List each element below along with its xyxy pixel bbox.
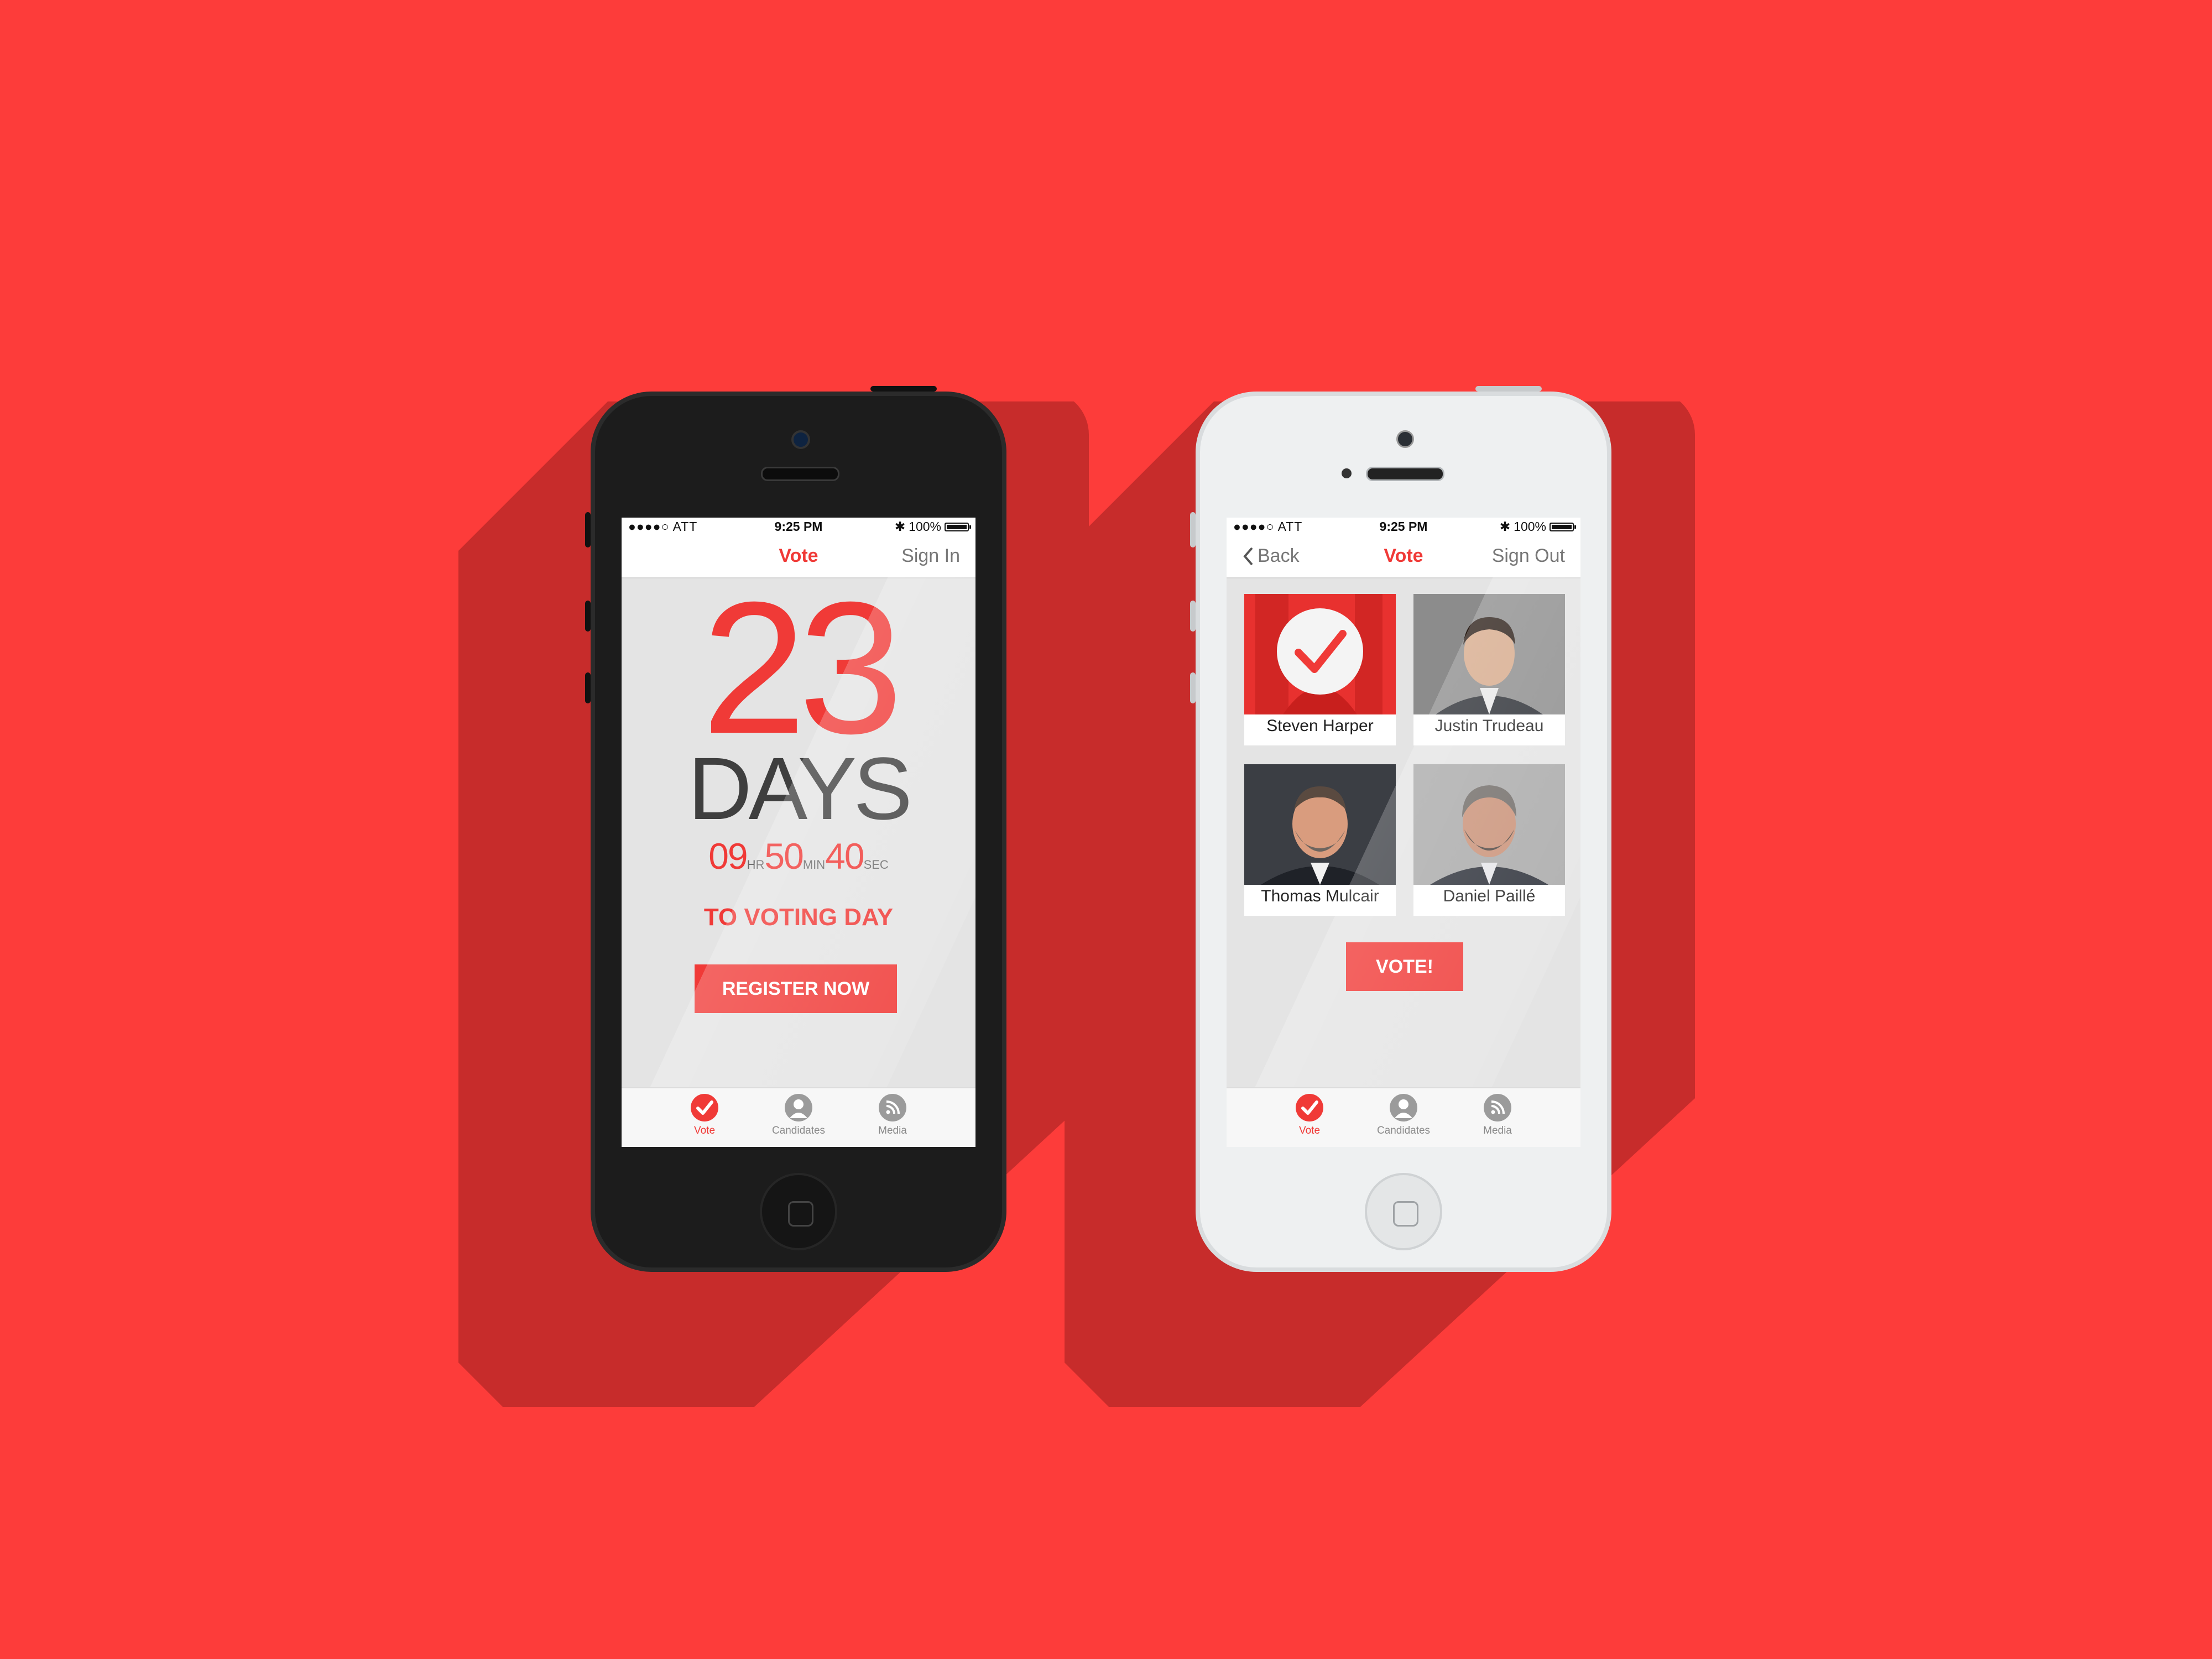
days-count: 23 xyxy=(701,563,903,773)
nav-bar: Back Vote Sign Out xyxy=(1227,534,1580,578)
days-label: DAYS xyxy=(688,739,912,838)
home-square-icon xyxy=(788,1201,813,1227)
hours-value: 09 xyxy=(708,836,748,877)
minutes-value: 50 xyxy=(764,836,804,877)
earpiece-speaker xyxy=(1366,467,1444,481)
selected-check-icon xyxy=(1277,608,1363,695)
person-icon xyxy=(785,1094,812,1121)
bluetooth-icon: ✱ xyxy=(1499,519,1511,534)
checkmark-icon xyxy=(1296,1094,1323,1121)
candidate-card[interactable]: Justin Trudeau xyxy=(1413,594,1565,745)
candidate-name: Justin Trudeau xyxy=(1434,717,1544,735)
candidates-screen: ●●●●○ ATT 9:25 PM ✱ 100% Back Vote Sign … xyxy=(1227,518,1580,1147)
vote-button[interactable]: VOTE! xyxy=(1346,942,1463,991)
status-bar: ●●●●○ ATT 9:25 PM ✱ 100% xyxy=(622,518,975,534)
candidate-photo xyxy=(1413,764,1565,885)
tab-label-candidates: Candidates xyxy=(771,1125,826,1136)
candidate-card[interactable]: Steven Harper xyxy=(1244,594,1396,745)
candidate-name: Daniel Paillé xyxy=(1443,887,1536,905)
white-phone: ●●●●○ ATT 9:25 PM ✱ 100% Back Vote Sign … xyxy=(1190,386,1611,1272)
home-button[interactable] xyxy=(760,1173,837,1250)
candidate-name: Thomas Mulcair xyxy=(1261,887,1379,905)
countdown-caption: TO VOTING DAY xyxy=(703,904,894,931)
seconds-unit: SEC xyxy=(863,858,889,872)
tab-candidates[interactable]: Candidates xyxy=(754,1094,843,1137)
rss-icon xyxy=(1484,1094,1511,1121)
candidate-card[interactable]: Thomas Mulcair xyxy=(1244,764,1396,916)
sign-in-button[interactable]: Sign In xyxy=(901,545,960,567)
sign-out-button[interactable]: Sign Out xyxy=(1492,545,1565,567)
volume-up-button xyxy=(585,601,591,632)
candidate-photo xyxy=(1413,594,1565,714)
tab-label-media: Media xyxy=(878,1125,907,1136)
battery-icon xyxy=(1550,522,1576,531)
front-camera xyxy=(791,430,810,449)
tab-media[interactable]: Media xyxy=(848,1094,937,1137)
battery-percent: 100% xyxy=(1514,519,1546,534)
seconds-value: 40 xyxy=(825,836,864,877)
power-button xyxy=(870,386,937,392)
tab-label-media: Media xyxy=(1483,1125,1512,1136)
candidate-photo xyxy=(1244,764,1396,885)
tab-label-candidates: Candidates xyxy=(1376,1125,1431,1136)
candidate-photo-selected xyxy=(1244,594,1396,714)
tab-media[interactable]: Media xyxy=(1453,1094,1542,1137)
tab-candidates[interactable]: Candidates xyxy=(1359,1094,1448,1137)
tab-bar: Vote Candidates Media xyxy=(1227,1087,1580,1147)
mute-switch xyxy=(585,512,591,547)
home-square-icon xyxy=(1393,1201,1418,1227)
home-button[interactable] xyxy=(1365,1173,1442,1250)
black-phone: ●●●●○ ATT 9:25 PM ✱ 100% Vote Sign In 23… xyxy=(585,386,1006,1272)
power-button xyxy=(1475,386,1542,392)
candidate-card[interactable]: Daniel Paillé xyxy=(1413,764,1565,916)
battery-percent: 100% xyxy=(909,519,941,534)
rss-icon xyxy=(879,1094,906,1121)
tab-vote[interactable]: Vote xyxy=(660,1094,749,1137)
register-now-button[interactable]: REGISTER NOW xyxy=(695,964,897,1013)
earpiece-speaker xyxy=(761,467,839,481)
status-bar: ●●●●○ ATT 9:25 PM ✱ 100% xyxy=(1227,518,1580,534)
tab-label-vote: Vote xyxy=(693,1125,716,1136)
tab-bar: Vote Candidates Media xyxy=(622,1087,975,1147)
person-icon xyxy=(1390,1094,1417,1121)
bluetooth-icon: ✱ xyxy=(894,519,906,534)
countdown-timer: 09HR50MIN40SEC xyxy=(622,835,975,877)
mute-switch xyxy=(1190,512,1196,547)
hours-unit: HR xyxy=(747,858,765,872)
candidate-name: Steven Harper xyxy=(1266,717,1374,735)
battery-icon xyxy=(945,522,971,531)
checkmark-icon xyxy=(691,1094,718,1121)
proximity-sensor xyxy=(1342,468,1352,478)
volume-up-button xyxy=(1190,601,1196,632)
countdown-screen: ●●●●○ ATT 9:25 PM ✱ 100% Vote Sign In 23… xyxy=(622,518,975,1147)
tab-vote[interactable]: Vote xyxy=(1265,1094,1354,1137)
minutes-unit: MIN xyxy=(802,858,826,872)
front-camera xyxy=(1396,430,1414,448)
tab-label-vote: Vote xyxy=(1298,1125,1321,1136)
volume-down-button xyxy=(585,672,591,703)
volume-down-button xyxy=(1190,672,1196,703)
